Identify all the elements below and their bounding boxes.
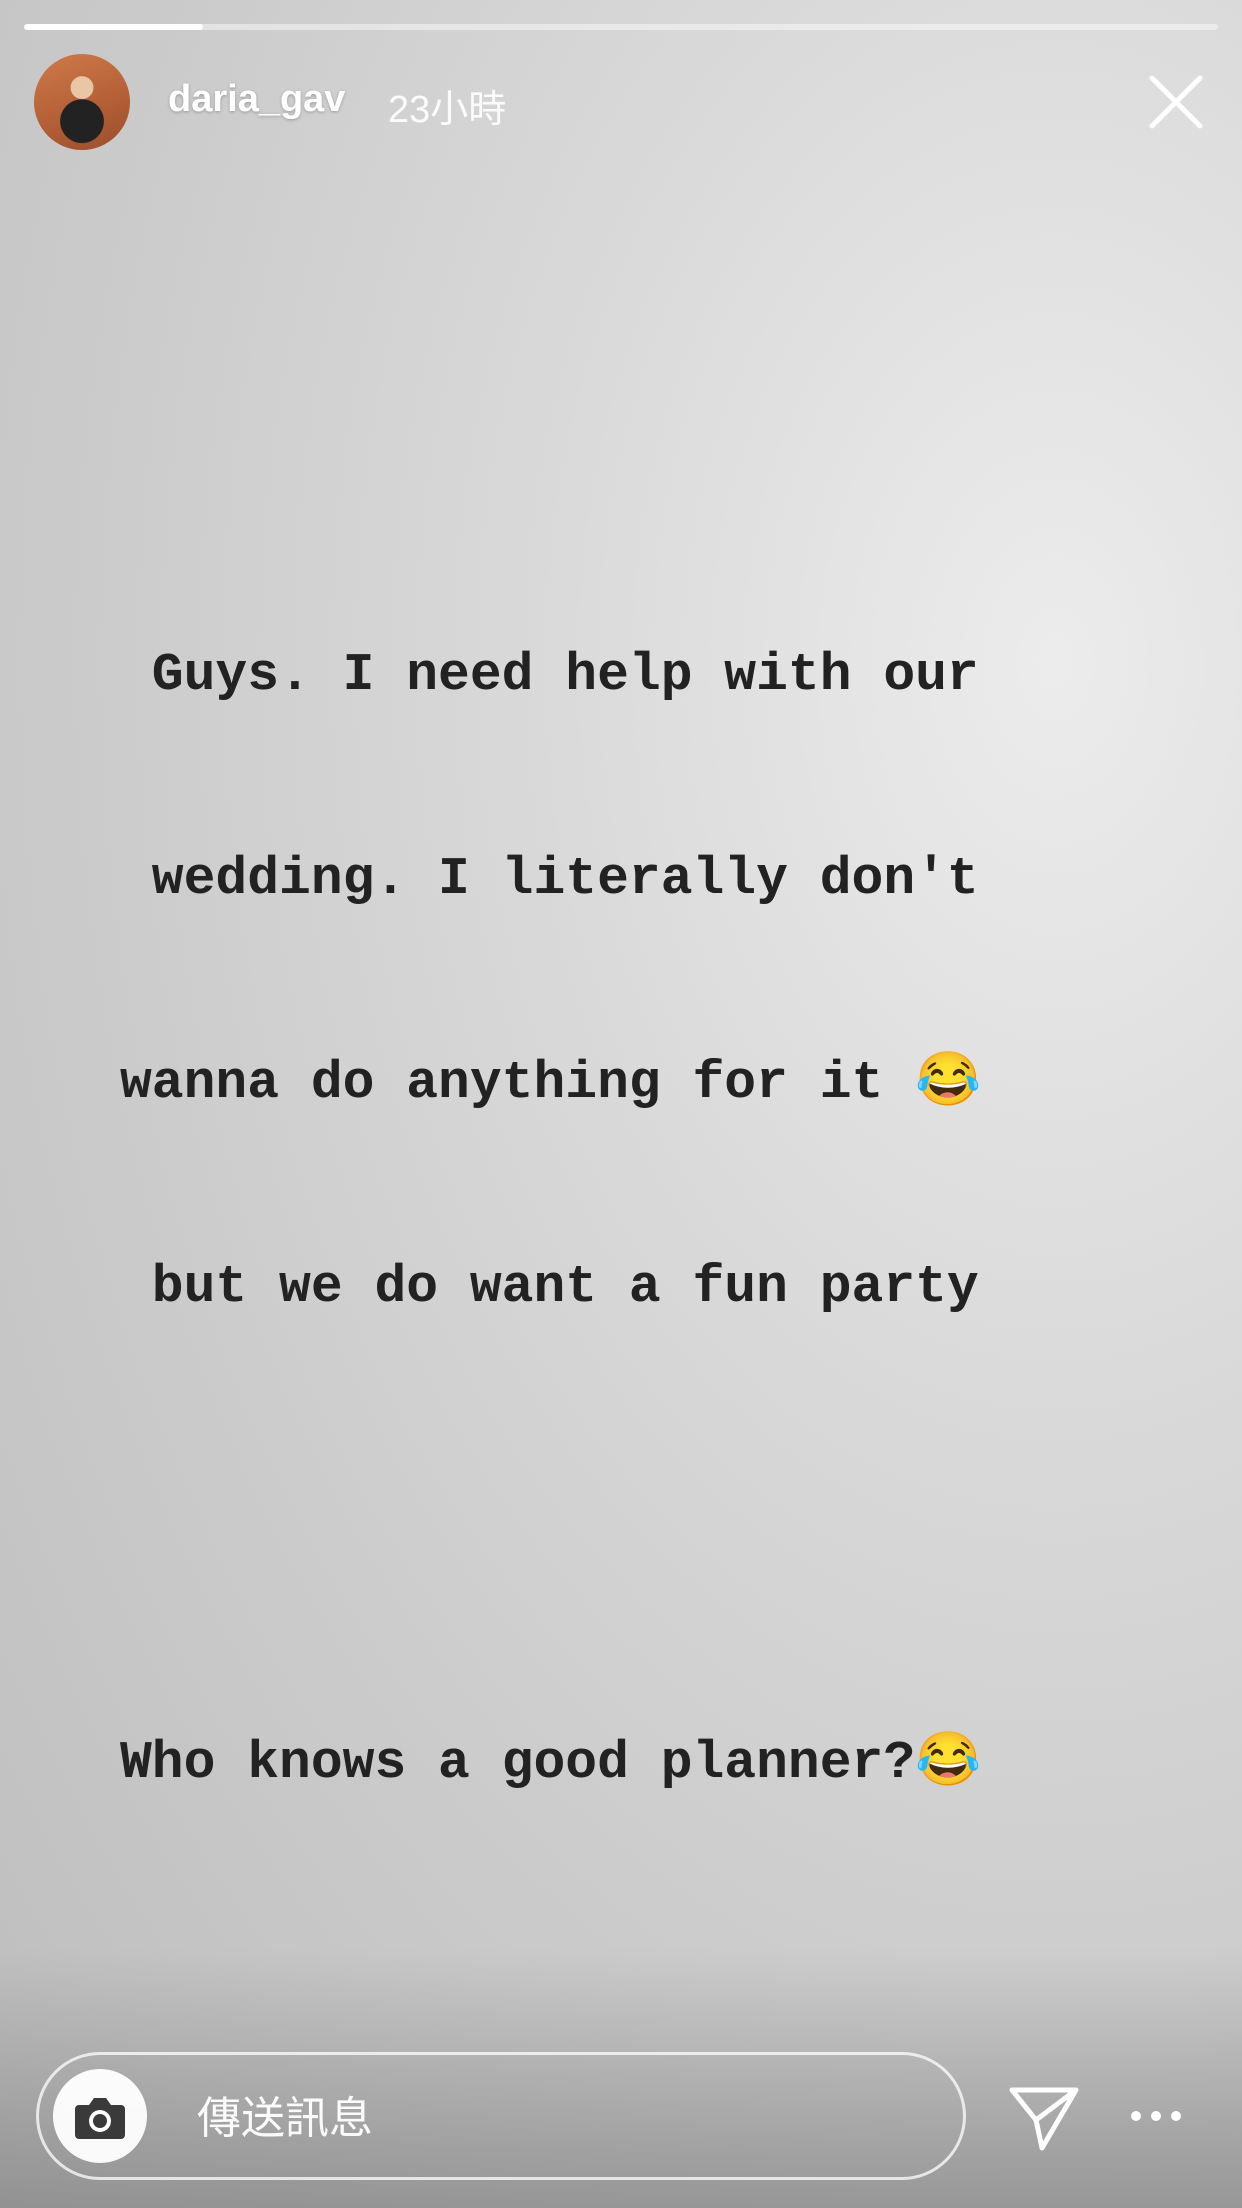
story-text: Guys. I need help with our wedding. I li… [120,505,1120,1865]
post-time: 23小時 [388,89,507,131]
send-icon [1009,2087,1079,2151]
story-header: daria_gav 23小時 [34,54,1208,154]
camera-button[interactable] [53,2069,147,2163]
story-text-line: Who knows a good planner?😂 [120,1733,982,1793]
camera-icon [75,2098,125,2139]
close-button[interactable] [1144,70,1208,134]
reply-bar [36,2052,966,2180]
reply-input[interactable] [195,2089,899,2147]
username[interactable]: daria_gav [168,78,345,121]
story-text-line: Guys. I need help with our [120,645,979,705]
story-text-line: wanna do anything for it 😂 [120,1053,982,1113]
send-button[interactable] [1006,2080,1082,2156]
more-options-button[interactable] [1128,2096,1184,2136]
story-progress-bar [24,24,1218,30]
story-text-line: but we do want a fun party [120,1257,979,1317]
more-icon [1131,2111,1181,2121]
story-text-line: wedding. I literally don't [120,849,979,909]
close-icon [1149,75,1203,129]
story-progress-fill [24,24,204,30]
avatar[interactable] [34,54,130,150]
